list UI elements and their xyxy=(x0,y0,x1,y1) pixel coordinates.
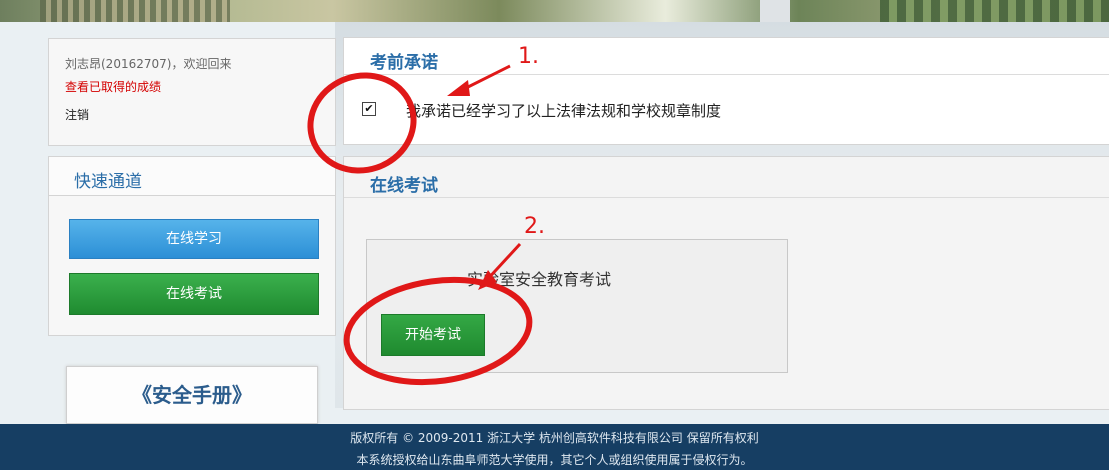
annotation-circle-1 xyxy=(307,72,417,174)
annotation-overlay xyxy=(307,64,533,386)
annotation-label-1: 1. xyxy=(518,44,539,69)
annotation-label-2: 2. xyxy=(524,214,545,239)
annotation-arrowhead-1 xyxy=(447,80,470,96)
annotation-circle-2 xyxy=(343,276,533,386)
